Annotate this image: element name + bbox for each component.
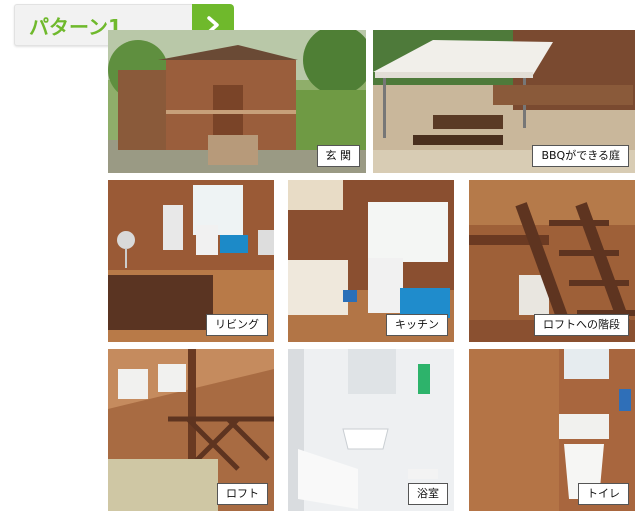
- photo-caption: 浴室: [408, 483, 448, 505]
- photo-caption: BBQができる庭: [532, 145, 629, 167]
- photo-caption: ロフトへの階段: [534, 314, 629, 336]
- photo-caption: トイレ: [578, 483, 629, 505]
- photo-bbq-garden[interactable]: BBQができる庭: [373, 30, 635, 173]
- photo-kitchen[interactable]: キッチン: [288, 180, 454, 342]
- photo-caption: 玄 関: [316, 145, 360, 167]
- photo-toilet[interactable]: トイレ: [469, 349, 635, 511]
- photo-loft[interactable]: ロフト: [108, 349, 274, 511]
- photo-caption: リビング: [206, 314, 268, 336]
- photo-living[interactable]: リビング: [108, 180, 274, 342]
- photo-caption: ロフト: [217, 483, 268, 505]
- photo-loft-stairs[interactable]: ロフトへの階段: [469, 180, 635, 342]
- photo-entrance[interactable]: 玄 関: [108, 30, 366, 173]
- photo-bathroom[interactable]: 浴室: [288, 349, 454, 511]
- photo-caption: キッチン: [386, 314, 448, 336]
